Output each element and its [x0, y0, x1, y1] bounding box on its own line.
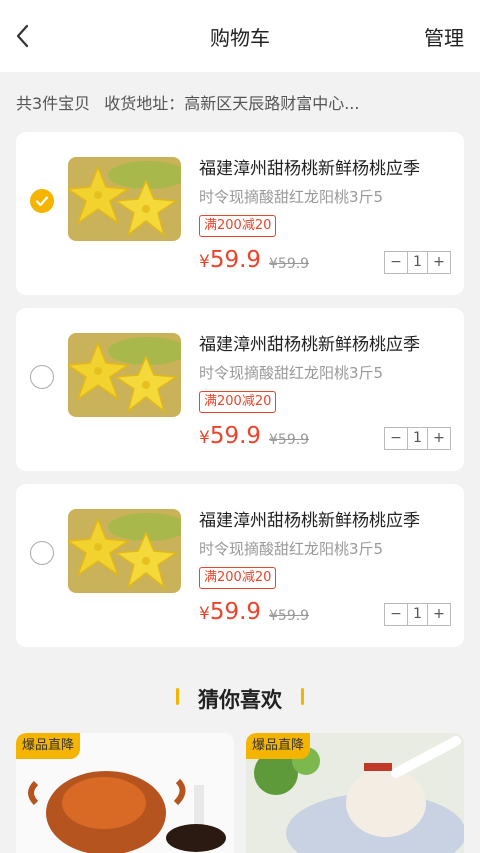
product-image[interactable]: [68, 509, 181, 593]
minus-button[interactable]: −: [385, 428, 407, 449]
address-label: 收货地址：: [104, 94, 185, 113]
select-checkbox[interactable]: [30, 541, 54, 565]
cart-item: 福建漳州甜杨桃新鲜杨桃应季 时令现摘酸甜红龙阳桃3斤5 满200减20 ¥59.…: [16, 484, 464, 647]
quantity-input[interactable]: 1: [407, 252, 428, 273]
nav-bar: 购物车 管理: [0, 0, 480, 72]
currency-symbol: ¥: [199, 428, 210, 448]
product-title[interactable]: 福建漳州甜杨桃新鲜杨桃应季: [199, 330, 420, 355]
plus-button[interactable]: +: [428, 604, 450, 625]
original-price: ¥59.9: [269, 256, 310, 272]
quantity-input[interactable]: 1: [407, 604, 428, 625]
quantity-input[interactable]: 1: [407, 428, 428, 449]
price: ¥59.9: [199, 423, 261, 449]
promo-badge: 满200减20: [199, 567, 277, 589]
promo-badge: 满200减20: [199, 215, 277, 237]
product-subtitle: 时令现摘酸甜红龙阳桃3斤5: [199, 364, 384, 382]
minus-button[interactable]: −: [385, 604, 407, 625]
quantity-stepper: − 1 +: [384, 251, 451, 274]
page-title: 购物车: [210, 26, 270, 50]
address-value[interactable]: 高新区天辰路财富中心...: [184, 94, 359, 113]
price: ¥59.9: [199, 247, 261, 273]
recommend-title: 猜你喜欢: [198, 688, 282, 712]
quantity-stepper: − 1 +: [384, 603, 451, 626]
hot-deal-badge: 爆品直降: [246, 733, 311, 759]
select-checkbox[interactable]: [30, 189, 54, 213]
product-subtitle: 时令现摘酸甜红龙阳桃3斤5: [199, 188, 384, 206]
cart-item: 福建漳州甜杨桃新鲜杨桃应季 时令现摘酸甜红龙阳桃3斤5 满200减20 ¥59.…: [16, 132, 464, 295]
price-value: 59.9: [209, 247, 262, 273]
product-title[interactable]: 福建漳州甜杨桃新鲜杨桃应季: [199, 154, 420, 179]
cart-summary: 共3件宝贝 收货地址：高新区天辰路财富中心...: [16, 90, 359, 114]
promo-badge: 满200减20: [199, 391, 277, 413]
quantity-stepper: − 1 +: [384, 427, 451, 450]
price: ¥59.9: [199, 599, 261, 625]
product-image[interactable]: [68, 157, 181, 241]
original-price: ¥59.9: [269, 432, 310, 448]
recommend-card[interactable]: 爆品直降: [16, 733, 234, 853]
recommend-header: 猜你喜欢: [0, 680, 480, 712]
currency-symbol: ¥: [199, 604, 210, 624]
checkmark-icon: [35, 195, 48, 206]
product-image[interactable]: [68, 333, 181, 417]
price-value: 59.9: [209, 599, 262, 625]
price-value: 59.9: [209, 423, 262, 449]
hot-deal-badge: 爆品直降: [16, 733, 81, 759]
original-price: ¥59.9: [269, 608, 310, 624]
plus-button[interactable]: +: [428, 252, 450, 273]
item-count: 共3件宝贝: [16, 94, 91, 113]
minus-button[interactable]: −: [385, 252, 407, 273]
recommend-card[interactable]: 爆品直降: [246, 733, 464, 853]
manage-button[interactable]: 管理: [424, 22, 464, 51]
product-title[interactable]: 福建漳州甜杨桃新鲜杨桃应季: [199, 506, 420, 531]
decor-bar: [301, 688, 304, 705]
product-subtitle: 时令现摘酸甜红龙阳桃3斤5: [199, 540, 384, 558]
plus-button[interactable]: +: [428, 428, 450, 449]
select-checkbox[interactable]: [30, 365, 54, 389]
currency-symbol: ¥: [199, 252, 210, 272]
cart-item: 福建漳州甜杨桃新鲜杨桃应季 时令现摘酸甜红龙阳桃3斤5 满200减20 ¥59.…: [16, 308, 464, 471]
